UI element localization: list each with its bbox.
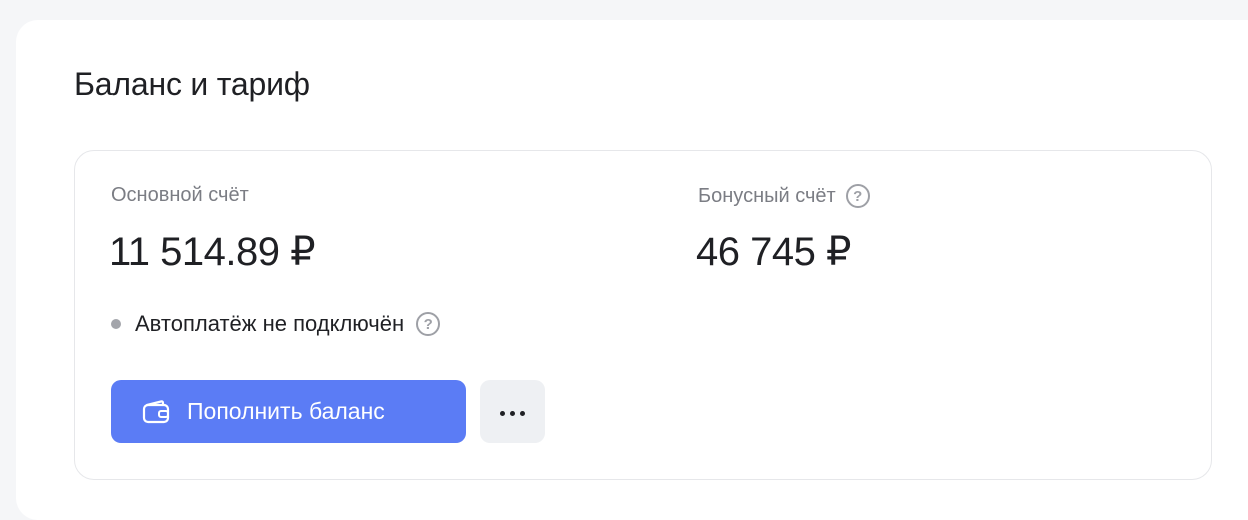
bonus-account-label-text: Бонусный счёт xyxy=(698,184,836,207)
autopay-help-icon[interactable]: ? xyxy=(416,312,441,336)
more-actions-button[interactable] xyxy=(480,380,545,443)
autopay-status: Автоплатёж не подключён ? xyxy=(111,311,441,337)
autopay-status-text: Автоплатёж не подключён xyxy=(135,311,405,336)
topup-balance-button[interactable]: Пополнить баланс xyxy=(111,380,466,443)
main-account-label: Основной счёт xyxy=(111,184,249,207)
balance-card: Основной счёт 11 514.89 ₽ Бонусный счёт … xyxy=(74,150,1212,480)
main-account-label-text: Основной счёт xyxy=(111,184,249,206)
wallet-icon xyxy=(142,399,170,423)
bonus-account-balance: 46 745 ₽ xyxy=(696,230,851,274)
more-dots-icon xyxy=(498,404,528,419)
bonus-account-label: Бонусный счёт ? xyxy=(698,184,870,208)
bonus-help-icon[interactable]: ? xyxy=(845,184,870,208)
section-title: Баланс и тариф xyxy=(74,66,310,102)
balance-panel: Баланс и тариф Основной счёт 11 514.89 ₽… xyxy=(16,20,1248,520)
autopay-status-dot xyxy=(111,319,121,329)
topup-balance-label: Пополнить баланс xyxy=(187,398,385,424)
main-account-balance: 11 514.89 ₽ xyxy=(109,230,316,274)
